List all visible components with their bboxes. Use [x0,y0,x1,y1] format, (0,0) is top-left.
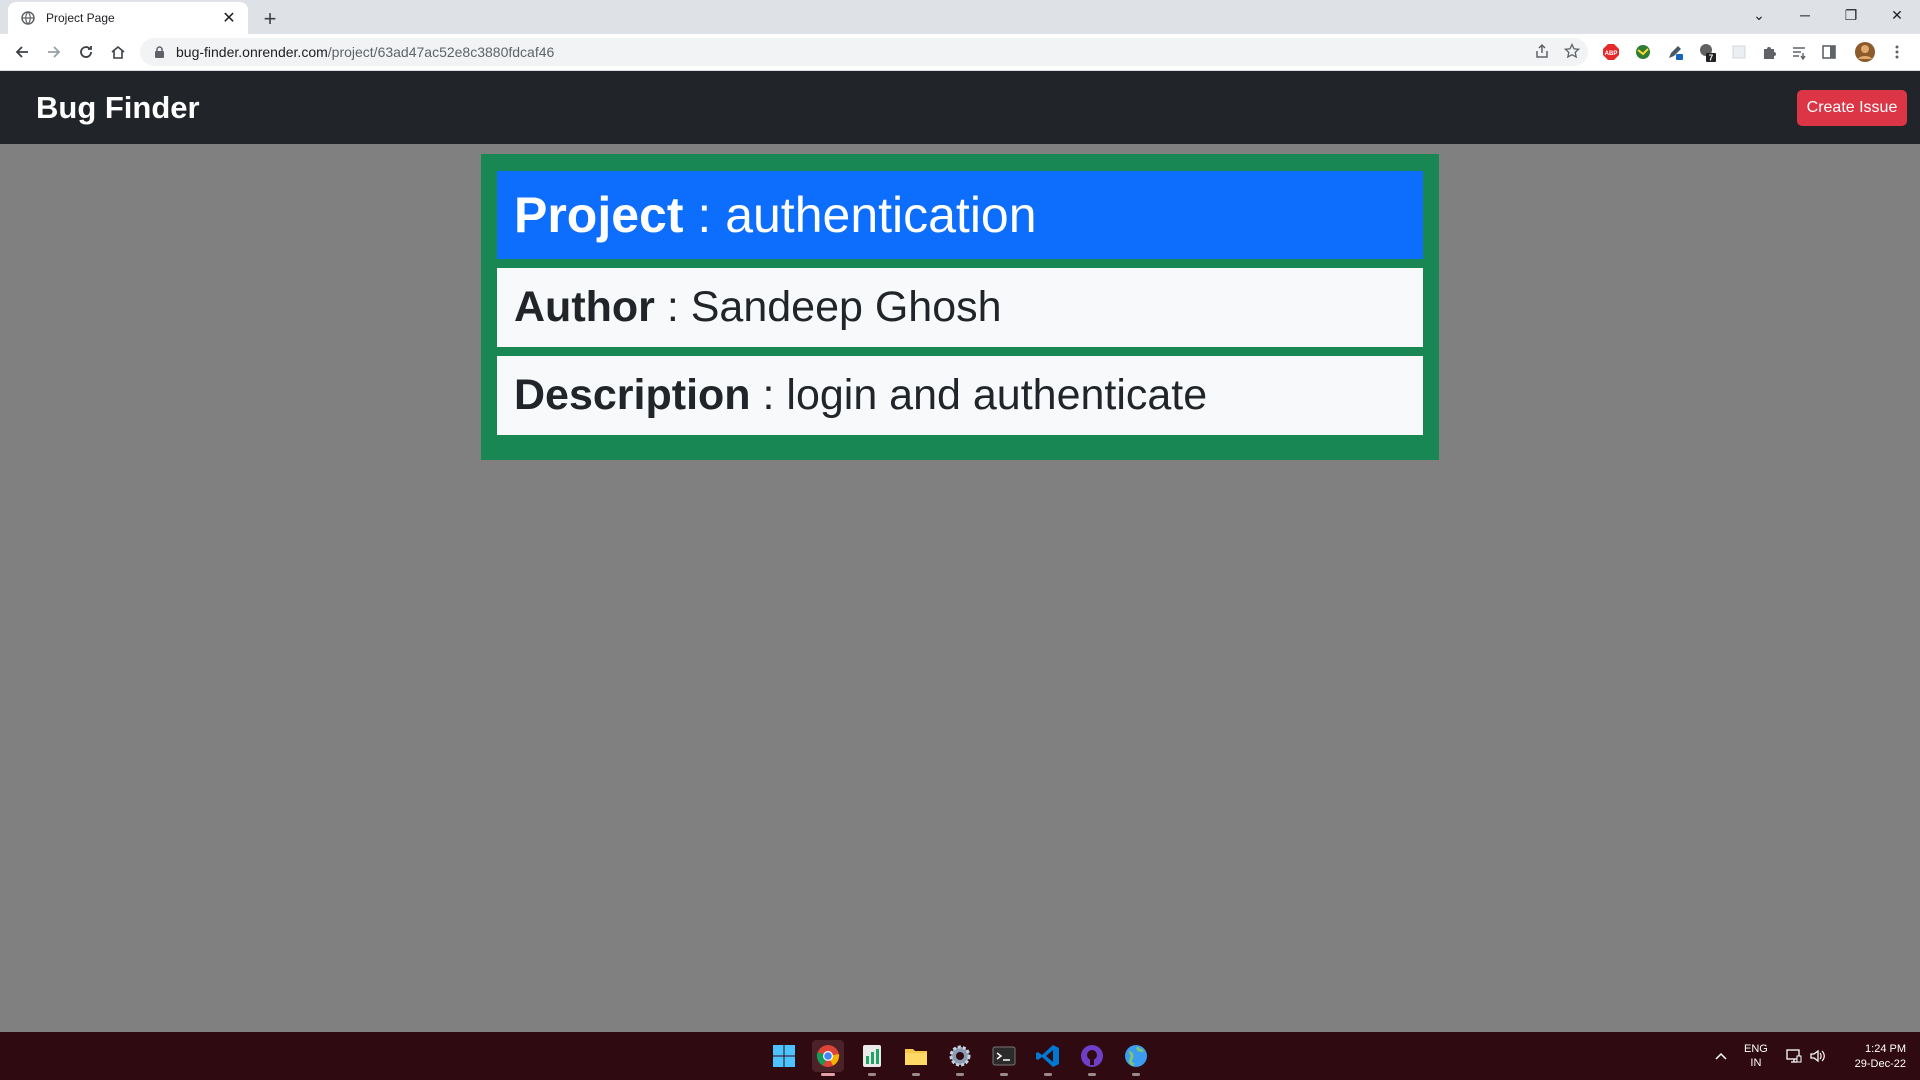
project-card: Project : authentication Author : Sandee… [481,154,1439,460]
network-icon[interactable] [1786,1032,1802,1080]
chrome-icon[interactable] [812,1040,844,1076]
file-explorer-icon[interactable] [900,1040,932,1076]
project-value: : authentication [683,187,1037,243]
tab-strip: Project Page ✕ + ⌄ ─ ❐ ✕ [0,0,1920,34]
region-code: IN [1750,1057,1762,1069]
running-indicator [1088,1073,1096,1076]
brand-logo[interactable]: Bug Finder [36,90,200,126]
globe-app-icon[interactable] [1120,1040,1152,1076]
address-bar[interactable]: bug-finder.onrender.com/project/63ad47ac… [140,38,1588,66]
project-label: Project [514,187,684,243]
description-row: Description : login and authenticate [497,356,1423,435]
share-icon[interactable] [1534,43,1550,64]
svg-text:ABP: ABP [1605,51,1618,57]
restore-icon[interactable]: ❐ [1828,0,1874,30]
running-indicator [956,1073,964,1076]
description-value: : login and authenticate [750,371,1208,419]
extension-badge: 7 [1709,54,1714,63]
language-indicator[interactable]: ENG IN [1744,1042,1768,1070]
puzzle-icon[interactable] [1758,41,1780,63]
menu-kebab-icon[interactable] [1886,41,1908,63]
profile-avatar[interactable] [1854,41,1876,63]
site-navbar: Bug Finder Create Issue [0,71,1920,144]
close-tab-icon[interactable]: ✕ [220,9,238,27]
author-row: Author : Sandeep Ghosh [497,268,1423,347]
tab-search-icon[interactable]: ⌄ [1736,0,1782,30]
blank-extension-icon[interactable] [1728,41,1750,63]
volume-icon[interactable] [1810,1032,1826,1080]
tray-overflow-icon[interactable] [1714,1032,1728,1080]
running-indicator [1044,1073,1052,1076]
vscode-icon[interactable] [1032,1040,1064,1076]
side-panel-icon[interactable] [1818,41,1840,63]
terminal-icon[interactable] [988,1040,1020,1076]
project-row: Project : authentication [497,171,1423,259]
close-window-icon[interactable]: ✕ [1874,0,1920,30]
spreadsheet-icon[interactable] [856,1040,888,1076]
active-indicator [821,1073,835,1076]
taskbar: ENG IN 1:24 PM 29-Dec-22 [0,1032,1920,1080]
create-issue-button[interactable]: Create Issue [1797,90,1907,126]
running-indicator [1000,1073,1008,1076]
clock-date: 29-Dec-22 [1854,1058,1906,1070]
browser-tab[interactable]: Project Page ✕ [8,2,248,34]
author-value: : Sandeep Ghosh [654,283,1002,331]
running-indicator [912,1073,920,1076]
running-indicator [868,1073,876,1076]
reload-icon[interactable] [72,38,100,66]
url-text: bug-finder.onrender.com/project/63ad47ac… [176,44,554,60]
lock-extension-icon[interactable]: 7 [1696,41,1718,63]
lock-icon[interactable] [152,45,166,59]
tab-title: Project Page [46,11,115,25]
url-path: /project/63ad47ac52e8c3880fdcaf46 [327,44,555,60]
abp-icon[interactable]: ABP [1600,41,1622,63]
bookmark-star-icon[interactable] [1563,42,1581,64]
forward-icon[interactable] [40,38,68,66]
description-label: Description [514,371,751,419]
new-tab-button[interactable]: + [256,5,284,33]
settings-icon[interactable] [944,1040,976,1076]
back-icon[interactable] [8,38,36,66]
clock-time: 1:24 PM [1865,1043,1906,1055]
clock[interactable]: 1:24 PM 29-Dec-22 [1838,1042,1906,1072]
home-icon[interactable] [104,38,132,66]
windows-start-icon[interactable] [768,1040,800,1072]
minimize-icon[interactable]: ─ [1782,0,1828,30]
running-indicator [1132,1073,1140,1076]
language-code: ENG [1744,1043,1768,1055]
github-desktop-icon[interactable] [1076,1040,1108,1076]
browser-toolbar: bug-finder.onrender.com/project/63ad47ac… [0,34,1920,71]
globe-favicon-icon [20,10,36,26]
url-host: bug-finder.onrender.com [176,44,328,60]
globe-extension-icon[interactable] [1632,41,1654,63]
pen-extension-icon[interactable] [1664,41,1686,63]
reading-list-icon[interactable] [1788,41,1810,63]
author-label: Author [514,283,655,331]
